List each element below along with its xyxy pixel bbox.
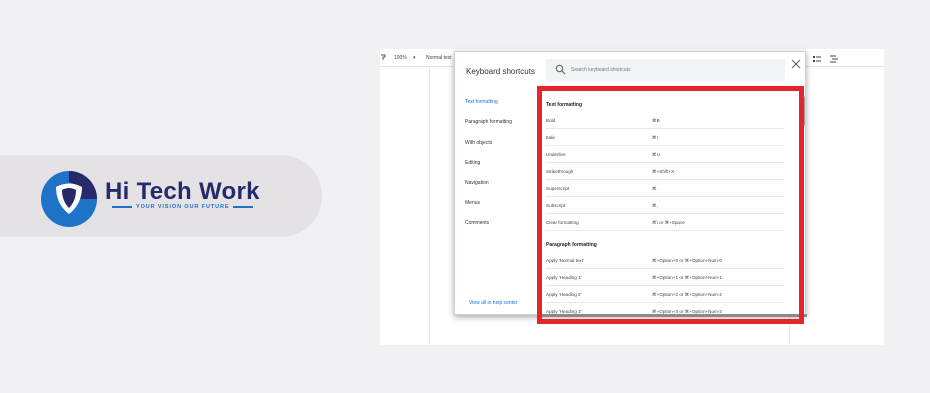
search-icon: [555, 64, 566, 75]
nav-item-paragraph-formatting[interactable]: Paragraph formatting: [465, 119, 512, 125]
page-edge-left: [429, 67, 430, 345]
zoom-dropdown-icon[interactable]: ▾: [413, 55, 416, 61]
help-center-link[interactable]: View all in help center: [469, 300, 518, 306]
shortcut-category-nav: Text formatting Paragraph formatting Wit…: [455, 90, 535, 315]
nav-item-navigation[interactable]: Navigation: [465, 180, 489, 186]
dialog-title: Keyboard shortcuts: [466, 67, 535, 76]
nav-item-editing[interactable]: Editing: [465, 160, 480, 166]
brand-logo-icon: [41, 171, 97, 227]
zoom-select[interactable]: 100%: [394, 55, 407, 61]
nav-item-with-objects[interactable]: With objects: [465, 140, 492, 146]
checklist-icon[interactable]: [812, 54, 822, 64]
highlight-annotation: [537, 86, 804, 324]
tagline-rule-left: [112, 206, 132, 208]
align-icon[interactable]: [829, 54, 839, 64]
style-select[interactable]: Normal text: [426, 55, 454, 61]
nav-item-menus[interactable]: Menus: [465, 200, 480, 206]
tagline-rule-right: [233, 206, 254, 208]
nav-item-text-formatting[interactable]: Text formatting: [465, 99, 498, 105]
brand-name: Hi Tech Work: [105, 178, 260, 205]
close-icon[interactable]: [791, 59, 801, 69]
search-input[interactable]: [571, 63, 771, 77]
brand-tagline-row: YOUR VISION OUR FUTURE: [112, 204, 254, 210]
search-box[interactable]: [546, 59, 785, 81]
paint-format-icon[interactable]: [378, 52, 388, 62]
brand-tagline: YOUR VISION OUR FUTURE: [136, 204, 230, 210]
nav-item-comments[interactable]: Comments: [465, 220, 489, 226]
